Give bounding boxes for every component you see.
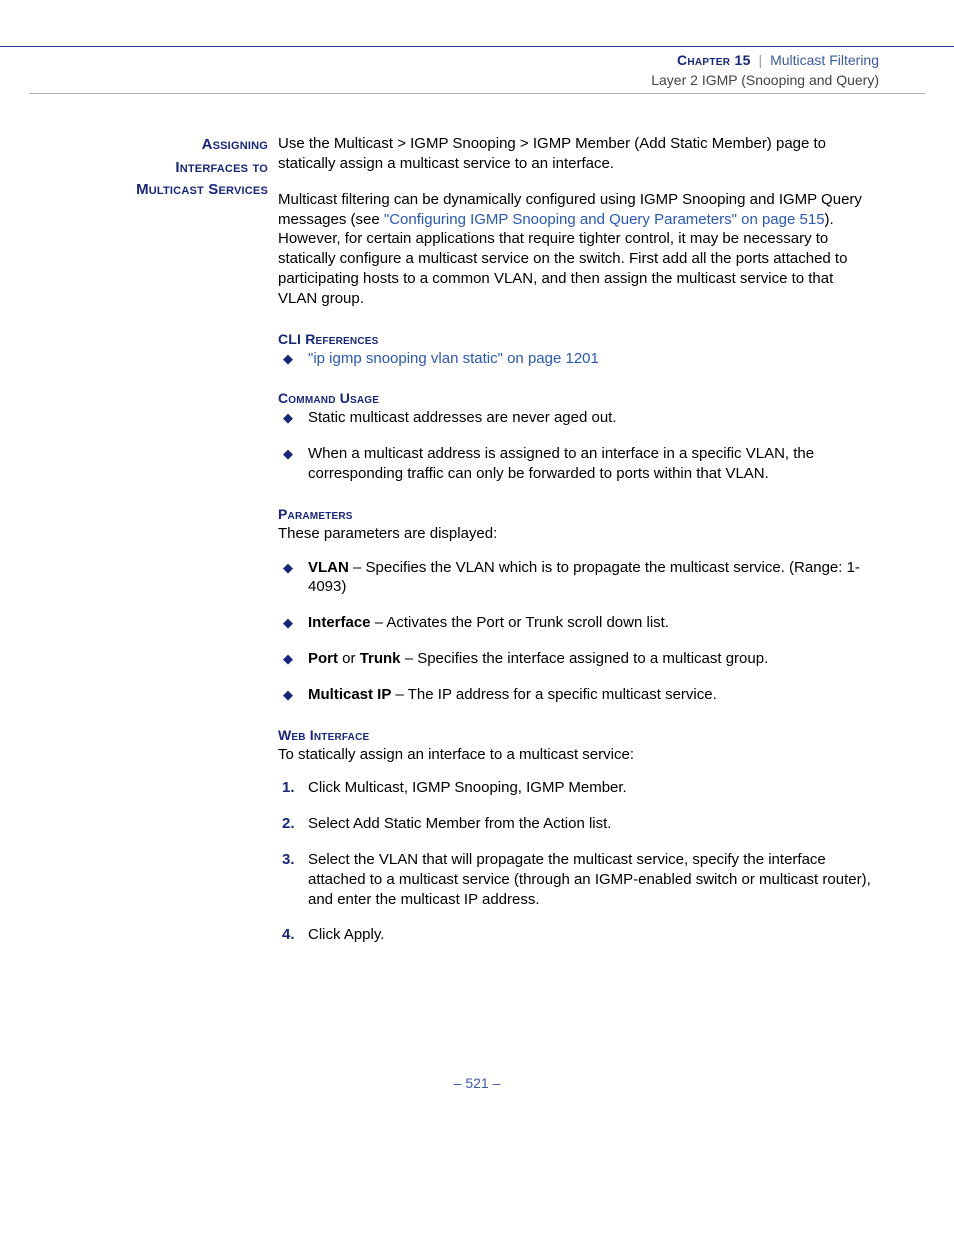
step-4: Click Apply. [278, 925, 874, 945]
param-trunk-name: Trunk [360, 650, 401, 667]
step-3: Select the VLAN that will propagate the … [278, 850, 874, 909]
param-port-trunk: Port or Trunk – Specifies the interface … [278, 649, 874, 669]
cli-references-list: "ip igmp snooping vlan static" on page 1… [278, 349, 874, 369]
link-configuring-igmp[interactable]: "Configuring IGMP Snooping and Query Par… [384, 211, 825, 228]
header-rule [29, 93, 925, 94]
heading-command-usage: Command Usage [278, 390, 874, 406]
param-interface-desc: – Activates the Port or Trunk scroll dow… [371, 614, 669, 631]
param-multicast-ip-desc: – The IP address for a specific multicas… [391, 686, 716, 703]
web-interface-intro: To statically assign an interface to a m… [278, 745, 874, 765]
body-column: Use the Multicast > IGMP Snooping > IGMP… [278, 134, 874, 945]
page-header: Chapter 15 | Multicast Filtering Layer 2… [0, 47, 954, 90]
chapter-topic: Multicast Filtering [770, 52, 879, 68]
param-vlan-desc: – Specifies the VLAN which is to propaga… [308, 559, 860, 596]
side-title-line1: Assigning [202, 136, 268, 153]
param-port-trunk-desc: – Specifies the interface assigned to a … [401, 650, 769, 667]
command-usage-list: Static multicast addresses are never age… [278, 408, 874, 483]
parameters-list: VLAN – Specifies the VLAN which is to pr… [278, 558, 874, 705]
usage-item-2: When a multicast address is assigned to … [278, 444, 874, 484]
param-interface: Interface – Activates the Port or Trunk … [278, 613, 874, 633]
intro-paragraph-2: Multicast filtering can be dynamically c… [278, 190, 874, 309]
param-vlan-name: VLAN [308, 559, 349, 576]
header-subtitle: Layer 2 IGMP (Snooping and Query) [0, 71, 879, 91]
chapter-label: Chapter 15 [677, 52, 751, 68]
step-2: Select Add Static Member from the Action… [278, 814, 874, 834]
intro-paragraph-1: Use the Multicast > IGMP Snooping > IGMP… [278, 134, 874, 174]
usage-item-1: Static multicast addresses are never age… [278, 408, 874, 428]
page-number: – 521 – [0, 1075, 954, 1131]
heading-parameters: Parameters [278, 506, 874, 522]
cli-ref-item: "ip igmp snooping vlan static" on page 1… [278, 349, 874, 369]
content: Assigning Interfaces to Multicast Servic… [0, 134, 874, 945]
side-title-line3: Multicast Services [136, 181, 268, 198]
param-interface-name: Interface [308, 614, 371, 631]
side-title-line2: Interfaces to [175, 159, 268, 176]
web-interface-steps: Click Multicast, IGMP Snooping, IGMP Mem… [278, 778, 874, 945]
header-separator: | [755, 52, 767, 68]
param-port-or: or [338, 650, 360, 667]
link-ip-igmp-snooping[interactable]: "ip igmp snooping vlan static" on page 1… [308, 350, 599, 367]
section-side-title: Assigning Interfaces to Multicast Servic… [0, 134, 268, 202]
heading-cli-references: CLI References [278, 331, 874, 347]
parameters-intro: These parameters are displayed: [278, 524, 874, 544]
heading-web-interface: Web Interface [278, 727, 874, 743]
param-port-name: Port [308, 650, 338, 667]
param-multicast-ip: Multicast IP – The IP address for a spec… [278, 685, 874, 705]
step-1: Click Multicast, IGMP Snooping, IGMP Mem… [278, 778, 874, 798]
param-multicast-ip-name: Multicast IP [308, 686, 391, 703]
param-vlan: VLAN – Specifies the VLAN which is to pr… [278, 558, 874, 598]
